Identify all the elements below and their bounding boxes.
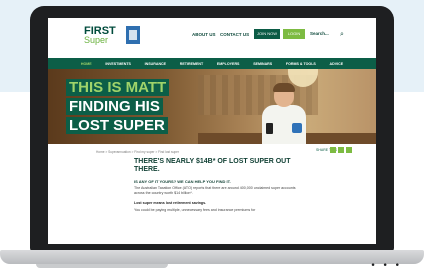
search-input[interactable]: Search... bbox=[310, 29, 354, 39]
share-icons bbox=[330, 147, 352, 153]
search-icon[interactable]: ⌕ bbox=[340, 30, 344, 39]
nav-seminars[interactable]: SEMINARS bbox=[253, 62, 272, 66]
login-button[interactable]: LOGIN bbox=[283, 29, 305, 39]
hero-line-3: LOST SUPER bbox=[66, 117, 168, 134]
email-icon[interactable] bbox=[346, 147, 352, 153]
first-super-logo[interactable]: FIRST Super bbox=[84, 26, 140, 45]
body-paragraph: You could be paying multiple, unnecessar… bbox=[134, 208, 256, 212]
hero-line-2: FINDING HIS bbox=[66, 98, 163, 115]
site-header: FIRST Super ABOUT US CONTACT US JOIN NOW… bbox=[48, 18, 376, 58]
page-subtitle: IS ANY OF IT YOURS? WE CAN HELP YOU FIND… bbox=[134, 179, 231, 184]
nav-forms-tools[interactable]: FORMS & TOOLS bbox=[286, 62, 316, 66]
phone-icon bbox=[266, 123, 273, 134]
nav-insurance[interactable]: INSURANCE bbox=[145, 62, 166, 66]
logo-word-2: Super bbox=[84, 35, 109, 45]
hero-person-image bbox=[258, 83, 310, 144]
intro-paragraph: The Australian Taxation Office (ATO) rep… bbox=[134, 186, 296, 195]
laptop-screen: FIRST Super ABOUT US CONTACT US JOIN NOW… bbox=[48, 18, 376, 244]
join-now-button[interactable]: JOIN NOW bbox=[254, 29, 280, 39]
laptop-dots: • • • bbox=[370, 261, 402, 271]
logo-mark-icon bbox=[126, 26, 140, 44]
hero-headline: THIS IS MATT FINDING HIS LOST SUPER bbox=[66, 79, 170, 136]
nav-advice[interactable]: ADVICE bbox=[330, 62, 344, 66]
contact-us-link[interactable]: CONTACT US bbox=[220, 32, 249, 37]
page-title: THERE'S NEARLY $14B* OF LOST SUPER OUT T… bbox=[134, 158, 291, 173]
laptop-notch bbox=[36, 264, 168, 268]
nav-home[interactable]: HOME bbox=[81, 62, 92, 66]
nav-retirement[interactable]: RETIREMENT bbox=[180, 62, 203, 66]
main-nav: HOME INVESTMENTS INSURANCE RETIREMENT EM… bbox=[48, 58, 376, 69]
share-icon[interactable] bbox=[330, 147, 336, 153]
mug-icon bbox=[292, 123, 302, 133]
about-us-link[interactable]: ABOUT US bbox=[192, 32, 216, 37]
print-icon[interactable] bbox=[338, 147, 344, 153]
nav-investments[interactable]: INVESTMENTS bbox=[105, 62, 131, 66]
hero-line-1: THIS IS MATT bbox=[66, 79, 170, 96]
hero-banner: THIS IS MATT FINDING HIS LOST SUPER bbox=[48, 69, 376, 144]
nav-employers[interactable]: EMPLOYERS bbox=[217, 62, 240, 66]
laptop-base bbox=[0, 250, 424, 264]
lost-super-heading: Lost super means lost retirement savings… bbox=[134, 201, 207, 205]
breadcrumb[interactable]: Home > Superannuation > Find my super > … bbox=[96, 150, 179, 154]
person-hair bbox=[273, 83, 295, 92]
